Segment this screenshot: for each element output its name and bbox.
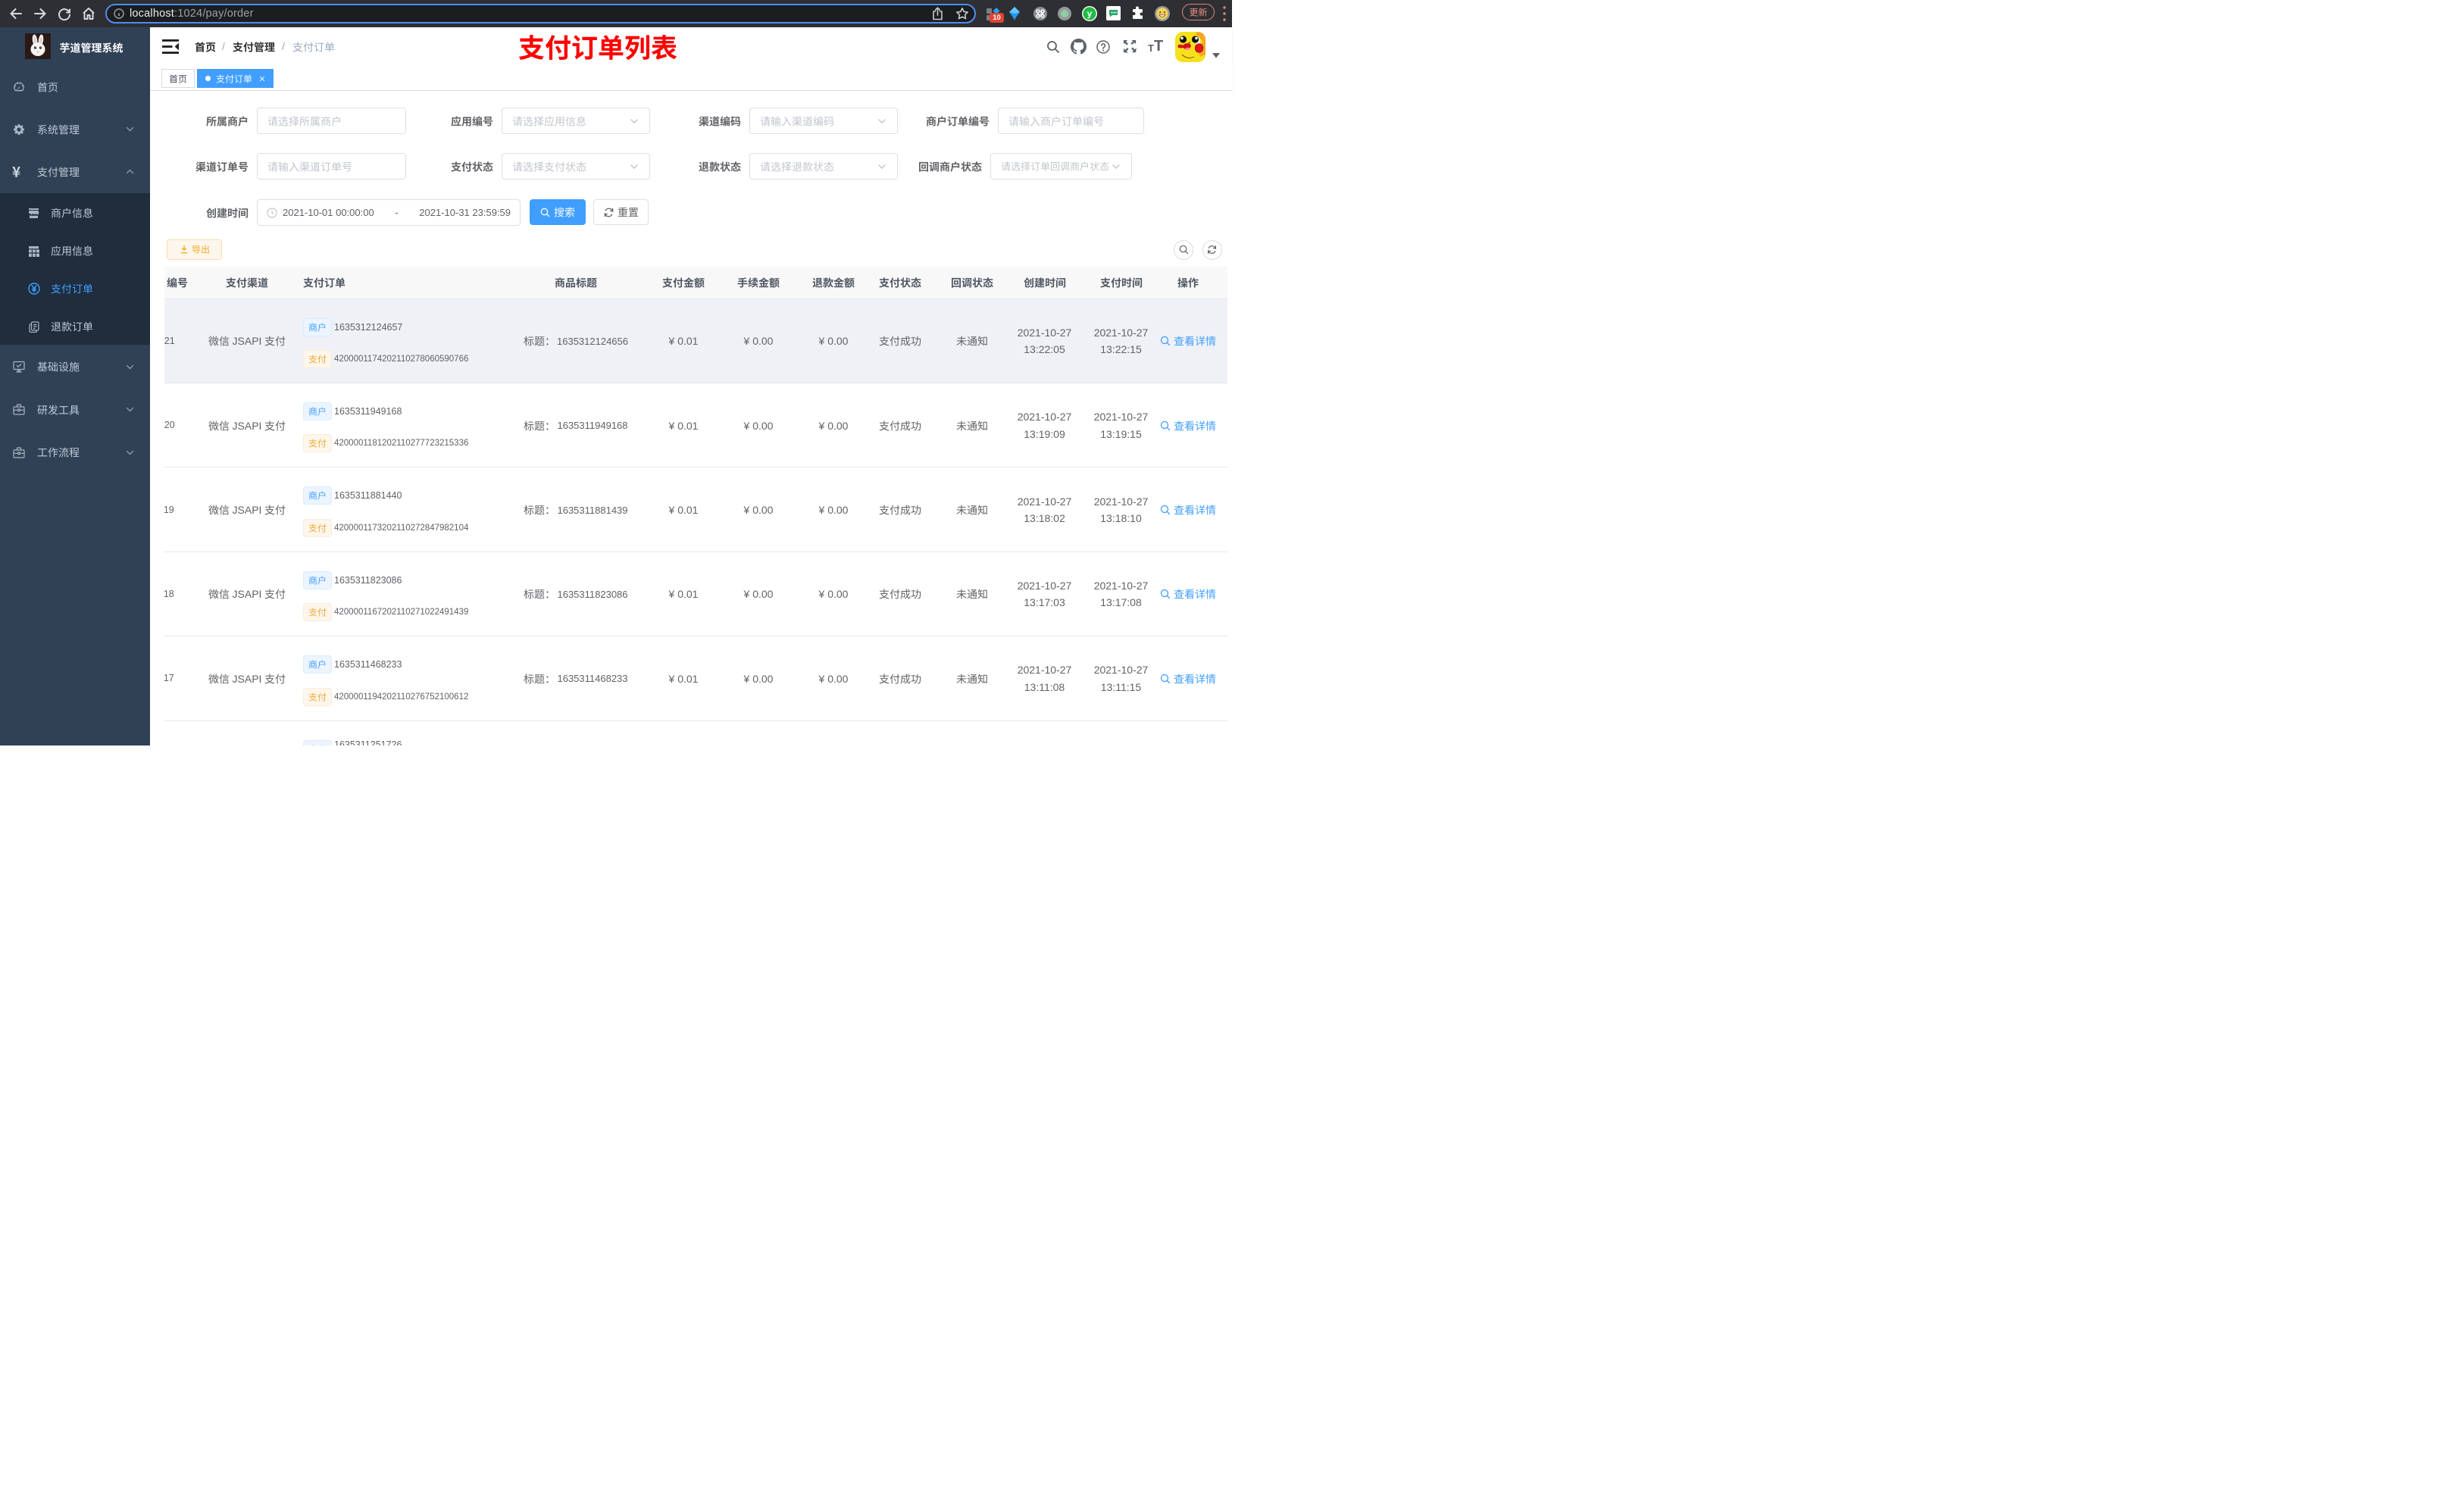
svg-text:y: y	[1087, 8, 1093, 19]
